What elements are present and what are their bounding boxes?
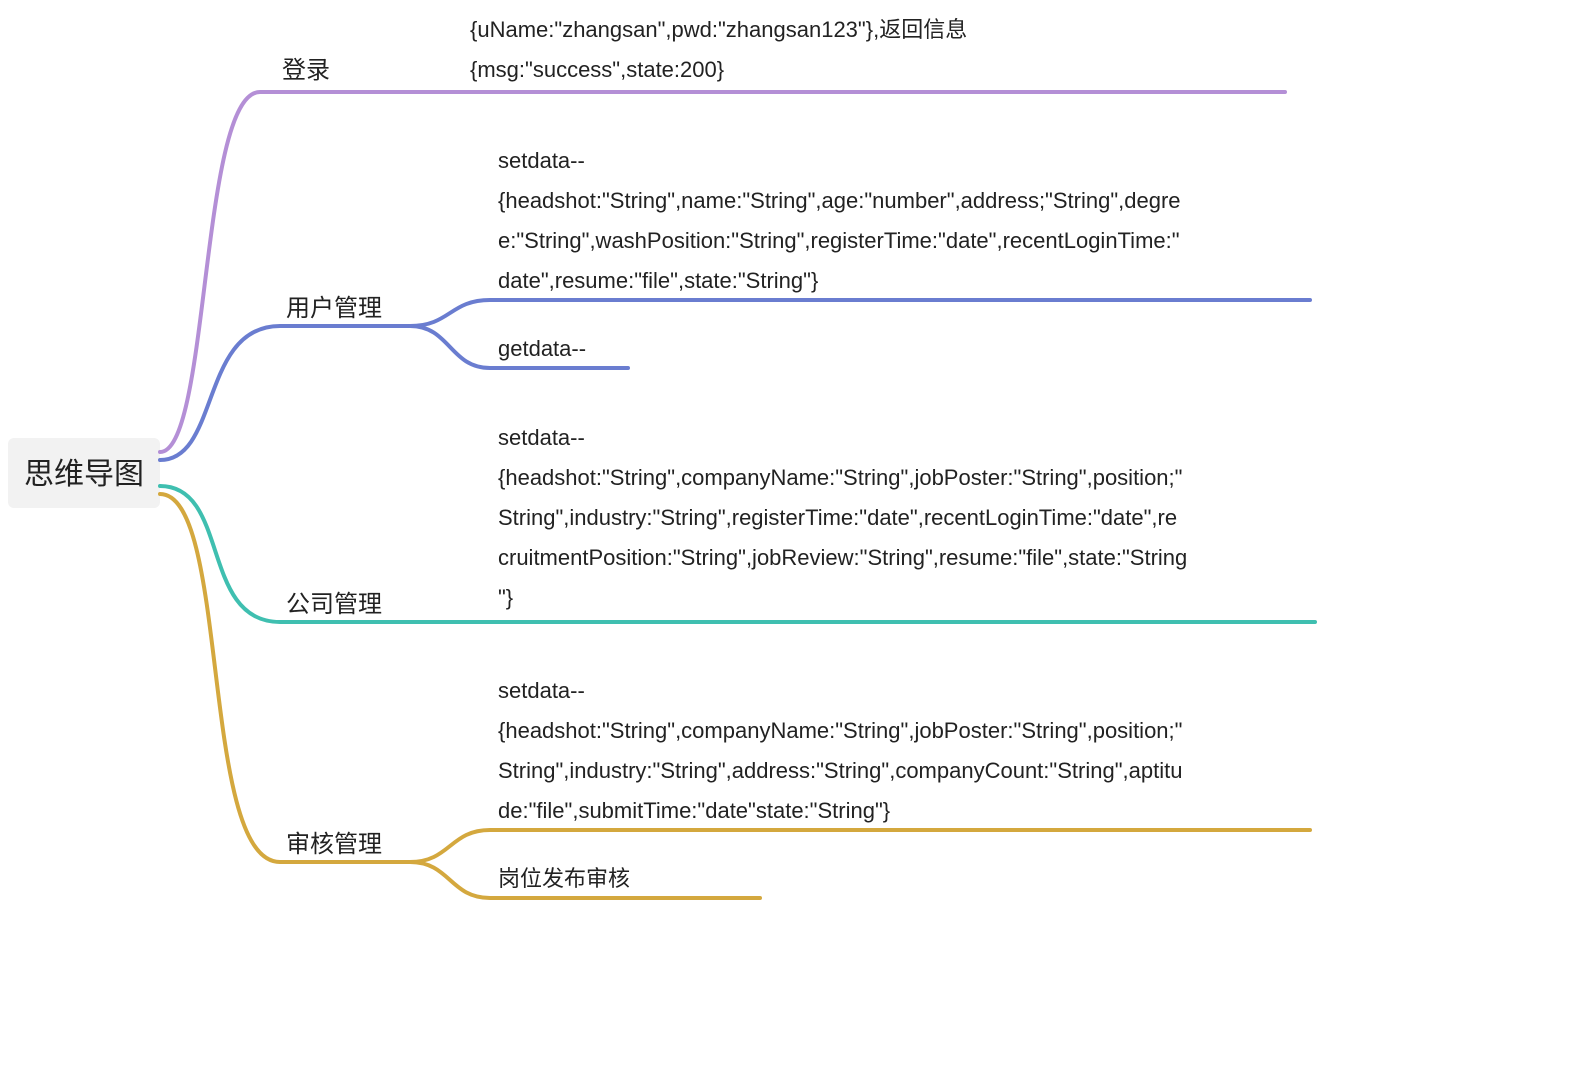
- login-leaf-text: {uName:"zhangsan",pwd:"zhangsan123"},返回信…: [470, 17, 973, 82]
- branch-user-label[interactable]: 用户管理: [286, 295, 382, 322]
- edge-root-login: [160, 92, 370, 452]
- root-label: 思维导图: [24, 458, 144, 491]
- mindmap-canvas: 思维导图 登录 {uName:"zhangsan",pwd:"zhangsan1…: [0, 0, 1570, 1066]
- audit-jobreview-text: 岗位发布审核: [498, 866, 630, 891]
- audit-setdata-text: setdata-- {headshot:"String",companyName…: [498, 678, 1189, 823]
- user-setdata-text: setdata-- {headshot:"String",name:"Strin…: [498, 148, 1187, 293]
- edge-audit-setdata: [410, 830, 1310, 862]
- branch-login-label[interactable]: 登录: [282, 57, 330, 84]
- edge-root-audit: [160, 494, 410, 862]
- edge-user-setdata: [410, 300, 1310, 326]
- company-setdata-text: setdata-- {headshot:"String",companyName…: [498, 425, 1193, 610]
- root-node[interactable]: 思维导图: [8, 438, 160, 508]
- user-getdata-text: getdata--: [498, 336, 586, 361]
- branch-audit-label[interactable]: 审核管理: [286, 831, 382, 858]
- branch-company-label[interactable]: 公司管理: [286, 591, 382, 618]
